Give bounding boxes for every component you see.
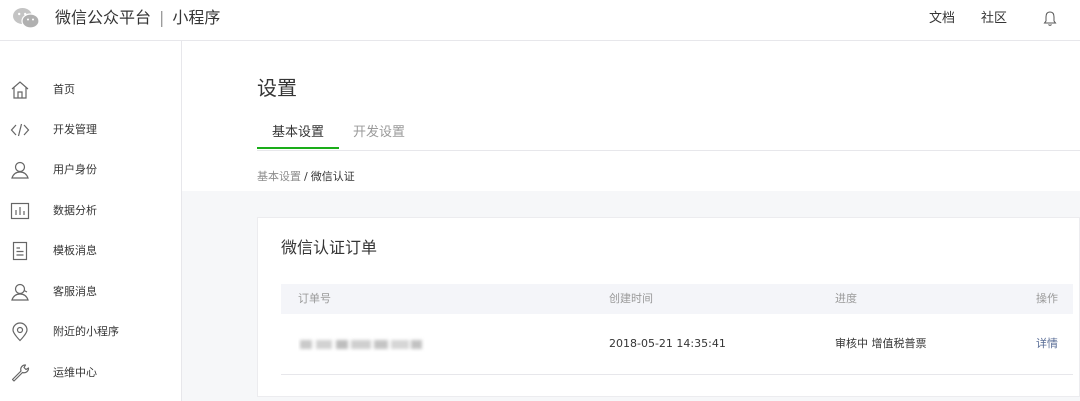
wrench-icon: [11, 364, 30, 382]
brand-title[interactable]: 微信公众平台 | 小程序: [55, 8, 220, 28]
breadcrumb-parent-link[interactable]: 基本设置: [257, 170, 301, 183]
sidebar-item-data-analysis[interactable]: 数据分析: [0, 191, 181, 231]
chart-icon: [10, 202, 30, 220]
sidebar-item-dev-management[interactable]: 开发管理: [0, 110, 181, 150]
location-icon: [12, 322, 28, 342]
sidebar-item-home[interactable]: 首页: [0, 70, 181, 110]
breadcrumb-separator: /: [304, 170, 308, 183]
column-header-created: 创建时间: [609, 292, 653, 305]
column-header-order-no: 订单号: [298, 292, 331, 305]
brand-product: 小程序: [172, 8, 221, 27]
table-row: 2018-05-21 14:35:41 审核中 增值税普票 详情: [281, 314, 1073, 375]
home-icon: [11, 81, 29, 99]
cell-progress: 审核中 增值税普票: [835, 337, 927, 350]
community-link[interactable]: 社区: [981, 11, 1007, 27]
sidebar-item-user-identity[interactable]: 用户身份: [0, 150, 181, 190]
sidebar-item-label: 首页: [53, 83, 75, 96]
column-header-action: 操作: [1036, 292, 1058, 305]
sidebar-item-label: 数据分析: [53, 204, 97, 217]
sidebar-item-nearby-miniprograms[interactable]: 附近的小程序: [0, 312, 181, 352]
breadcrumb: 基本设置 / 微信认证: [257, 170, 355, 184]
settings-tabs: 基本设置 开发设置: [257, 121, 1080, 151]
certification-orders-card: 微信认证订单 订单号 创建时间 进度 操作 2018-05-21 14:35:4…: [257, 217, 1080, 397]
sidebar-item-label: 用户身份: [53, 163, 97, 176]
sidebar-item-operations-center[interactable]: 运维中心: [0, 353, 181, 393]
breadcrumb-current: 微信认证: [310, 170, 355, 183]
user-icon: [11, 161, 29, 179]
wechat-logo-icon[interactable]: [12, 7, 40, 29]
tab-dev-settings[interactable]: 开发设置: [353, 125, 405, 141]
sidebar-item-label: 附近的小程序: [53, 325, 119, 338]
sidebar-item-template-messages[interactable]: 模板消息: [0, 231, 181, 271]
tab-basic-settings[interactable]: 基本设置: [272, 125, 324, 141]
brand-name: 微信公众平台: [55, 8, 152, 27]
sidebar-item-label: 模板消息: [53, 244, 97, 257]
brand-separator: |: [159, 8, 165, 27]
bell-icon[interactable]: [1043, 10, 1057, 28]
template-icon: [12, 241, 28, 261]
top-header: 微信公众平台 | 小程序 文档 社区: [0, 0, 1080, 41]
sidebar-item-label: 运维中心: [53, 366, 97, 379]
active-tab-indicator: [257, 147, 339, 149]
redacted-order-number: [300, 340, 422, 349]
support-icon: [11, 283, 29, 301]
cell-created-time: 2018-05-21 14:35:41: [609, 337, 726, 350]
sidebar-item-label: 开发管理: [53, 123, 97, 136]
docs-link[interactable]: 文档: [929, 11, 955, 27]
table-header: 订单号 创建时间 进度 操作: [281, 284, 1073, 314]
page-title: 设置: [257, 76, 297, 100]
sidebar: 首页 开发管理 用户身份 数据分析 模板消息 客服消息 附近的小程序 运维中心: [0, 41, 182, 401]
sidebar-item-customer-service[interactable]: 客服消息: [0, 272, 181, 312]
main-content: 设置 基本设置 开发设置 基本设置 / 微信认证 微信认证订单 订单号 创建时间 进…: [182, 41, 1080, 401]
card-title: 微信认证订单: [281, 238, 378, 257]
column-header-progress: 进度: [835, 292, 857, 305]
code-icon: [10, 123, 30, 137]
sidebar-item-label: 客服消息: [53, 285, 97, 298]
details-link[interactable]: 详情: [1036, 337, 1058, 351]
